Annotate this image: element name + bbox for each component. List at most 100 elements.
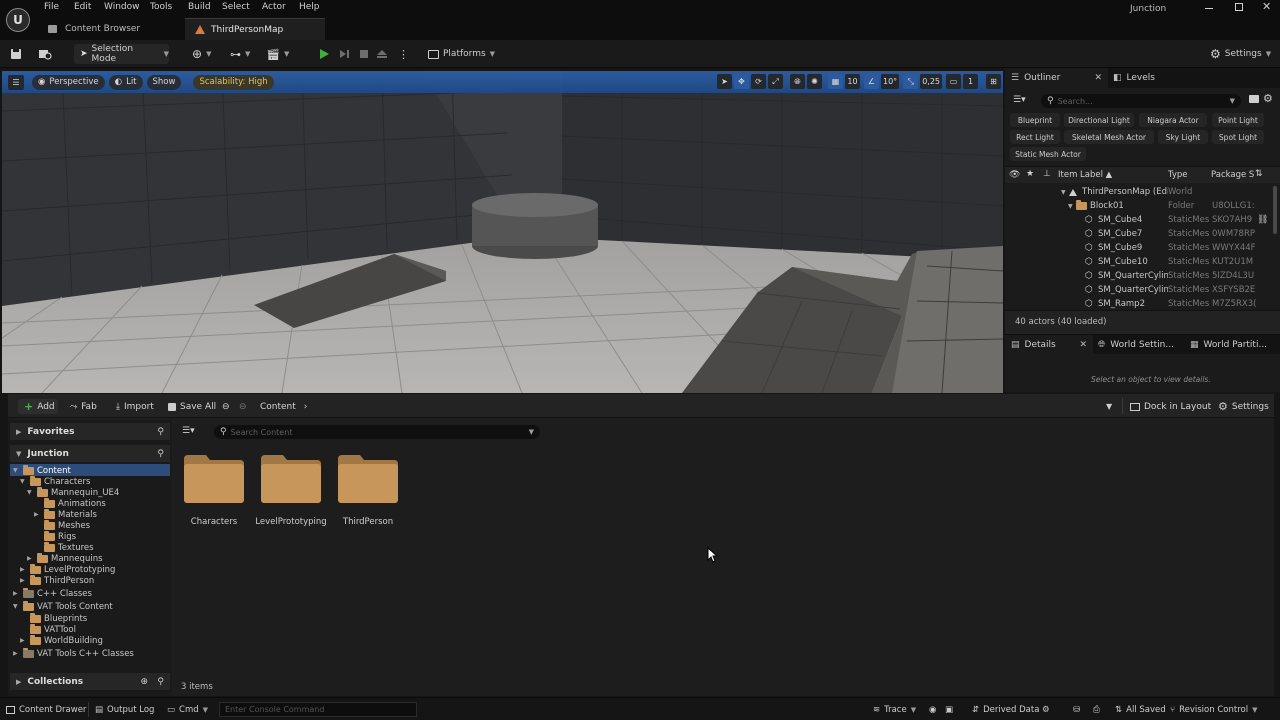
cinematics-button[interactable]: 🎬︎ ▼ — [266, 44, 289, 64]
menu-select[interactable]: Select — [222, 2, 250, 15]
tree-item-vat-tools-content[interactable]: ▼ VAT Tools Content — [13, 600, 113, 612]
search-icon[interactable]: ⚲ — [157, 677, 164, 687]
blueprints-button[interactable]: ⊶ ▼ — [230, 44, 250, 64]
outliner-search-input[interactable]: ⚲ Search... ▼ — [1041, 94, 1241, 108]
tree-item-textures[interactable]: Textures — [34, 541, 94, 553]
output-log-button[interactable]: ▤ Output Log — [95, 702, 154, 717]
filter-rect-light[interactable]: Rect Light — [1010, 130, 1060, 144]
close-tab-icon[interactable]: ✕ — [1094, 73, 1102, 83]
revision-control-button[interactable]: ⑂ Revision Control ▼ — [1170, 702, 1257, 717]
play-button[interactable] — [318, 44, 330, 64]
add-folder-icon[interactable] — [1249, 95, 1259, 103]
outliner-row[interactable]: ⬡ SM_Cube10 StaticMes KUT2U1M — [1005, 255, 1280, 269]
filter-directional-light[interactable]: Directional Light — [1064, 113, 1134, 127]
tree-item-thirdperson[interactable]: ▶ ThirdPerson — [20, 574, 94, 586]
menu-file[interactable]: File — [44, 2, 59, 15]
filter-button[interactable]: ☰▾ — [182, 426, 195, 436]
favorite-column-icon[interactable]: ★ — [1026, 169, 1034, 179]
grid-snap-value[interactable]: 10 — [845, 74, 860, 89]
folder-tile[interactable]: ThirdPerson — [336, 455, 400, 535]
filter-point-light[interactable]: Point Light — [1212, 113, 1264, 127]
breadcrumb[interactable]: Content › — [260, 399, 307, 414]
project-section[interactable]: ▼ Junction ⚲ — [10, 445, 170, 462]
save-icon[interactable] — [10, 44, 22, 64]
tree-item-content[interactable]: ▼ Content — [13, 464, 71, 476]
save-all-button[interactable]: Save All — [168, 399, 216, 414]
play-options-icon[interactable]: ⋮ — [398, 44, 409, 64]
cb-settings-button[interactable]: ⚙ Settings — [1218, 399, 1269, 414]
tree-item-blueprints[interactable]: Blueprints — [20, 612, 87, 624]
close-window-icon[interactable]: ✕ — [1262, 0, 1271, 13]
record-icon[interactable]: ◉ — [929, 702, 936, 717]
console-input[interactable]: Enter Console Command — [219, 702, 417, 717]
search-icon[interactable]: ⚲ — [157, 427, 164, 437]
outliner-row[interactable]: ⬡ SM_QuarterCylin StaticMes 5IZD4L3U — [1005, 269, 1280, 283]
breadcrumb-content[interactable]: Content — [260, 402, 296, 412]
content-browser-toolbar-icon[interactable] — [38, 44, 52, 64]
tab-content-browser[interactable]: Content Browser — [38, 18, 184, 40]
tab-details[interactable]: ▤ Details ✕ — [1005, 335, 1093, 354]
outliner-row[interactable]: ▼ Block01 Folder U8OLLG1: — [1005, 199, 1280, 213]
filter-niagara-actor[interactable]: Niagara Actor — [1139, 113, 1207, 127]
dock-in-layout-button[interactable]: Dock in Layout — [1130, 399, 1211, 414]
search-icon[interactable]: ⚲ — [157, 449, 164, 459]
outliner-row[interactable]: ⬡ SM_Ramp2 StaticMes M7Z5RX3( — [1005, 297, 1280, 311]
add-collection-icon[interactable]: ⊕ — [140, 677, 148, 687]
level-viewport[interactable]: ☰ ◉ Perspective ◐ Lit Show Scalability: Hi… — [2, 71, 1003, 393]
cmd-button[interactable]: ▭ Cmd ▼ — [167, 702, 208, 717]
rotation-snap-value[interactable]: 10° — [881, 74, 900, 89]
tab-levels[interactable]: ◧ Levels — [1113, 68, 1155, 88]
scalability-warning-button[interactable]: Scalability: High — [193, 74, 274, 90]
maximize-icon[interactable] — [1235, 3, 1243, 11]
rotate-tool-icon[interactable]: ⟳ — [751, 74, 766, 89]
outliner-row[interactable]: ⬡ SM_Cube9 StaticMes WWYX44F — [1005, 241, 1280, 255]
favorites-section[interactable]: ▶ Favorites ⚲ — [10, 423, 170, 440]
tree-item-rigs[interactable]: Rigs — [34, 530, 76, 542]
settings-button[interactable]: ⚙ Settings ▼ — [1210, 44, 1271, 64]
filter-blueprint[interactable]: Blueprint — [1010, 113, 1060, 127]
scale-snap-icon[interactable]: ⤡ — [903, 74, 919, 89]
coordinate-system-icon[interactable]: 🌐︎ — [790, 74, 805, 89]
close-tab-icon[interactable]: ✕ — [1079, 340, 1087, 350]
folder-tile[interactable]: Characters — [182, 455, 246, 535]
step-icon[interactable] — [338, 44, 350, 64]
camera-speed-value[interactable]: 1 — [963, 74, 978, 89]
outliner-settings-icon[interactable]: ⚙ — [1263, 92, 1273, 105]
menu-build[interactable]: Build — [188, 2, 211, 15]
folder-tile[interactable]: LevelPrototyping — [255, 455, 327, 535]
outliner-row[interactable]: ⬡ SM_QuarterCylin StaticMes XSFYSB2E — [1005, 283, 1280, 297]
eject-icon[interactable] — [376, 44, 388, 64]
screenshot-icon[interactable]: ▣ — [945, 702, 953, 717]
scale-snap-value[interactable]: 0,25 — [920, 74, 942, 89]
tab-map[interactable]: ThirdPersonMap — [185, 18, 325, 40]
pin-column-icon[interactable]: ⊥ — [1043, 169, 1051, 179]
minimize-icon[interactable] — [1205, 8, 1213, 9]
history-forward-icon[interactable]: ⊖ — [239, 399, 247, 414]
viewport-layout-icon[interactable]: ⊞ — [986, 74, 1001, 89]
viewport-scene[interactable] — [2, 71, 1003, 393]
column-package[interactable]: Package S — [1211, 170, 1254, 180]
stop-icon[interactable] — [358, 44, 370, 64]
collections-section[interactable]: ▶ Collections ⊕ ⚲ — [10, 673, 170, 690]
menu-tools[interactable]: Tools — [150, 2, 172, 15]
history-back-icon[interactable]: ⊖ — [222, 399, 230, 414]
menu-actor[interactable]: Actor — [262, 2, 286, 15]
camera-speed-icon[interactable]: ▭ — [946, 74, 961, 89]
tree-item-cpp-classes[interactable]: ▶ C++ Classes — [13, 587, 92, 599]
tree-item-animations[interactable]: Animations — [34, 497, 106, 509]
rotation-snap-icon[interactable]: ∠ — [864, 74, 879, 89]
menu-edit[interactable]: Edit — [74, 2, 91, 15]
platforms-button[interactable]: Platforms ▼ — [428, 44, 495, 64]
column-options-icon[interactable]: ⇅ — [1255, 169, 1263, 179]
visibility-column-icon[interactable]: 👁︎ — [1009, 170, 1020, 180]
lit-button[interactable]: ◐ Lit — [108, 74, 143, 90]
tab-world-partition[interactable]: ▦ World Partiti... — [1190, 335, 1267, 354]
tree-item-vat-cpp-classes[interactable]: ▶ VAT Tools C++ Classes — [13, 647, 134, 659]
tree-item-characters[interactable]: ▼ Characters — [20, 475, 90, 487]
notifications-icon[interactable]: ⎙ — [1093, 702, 1100, 717]
tree-item-meshes[interactable]: Meshes — [34, 519, 90, 531]
settings-sync-icon[interactable]: ⚙ — [1042, 702, 1050, 717]
import-button[interactable]: ⤓ Import — [116, 399, 154, 414]
grid-snap-icon[interactable]: ▦ — [828, 74, 843, 89]
column-type[interactable]: Type — [1168, 170, 1188, 180]
